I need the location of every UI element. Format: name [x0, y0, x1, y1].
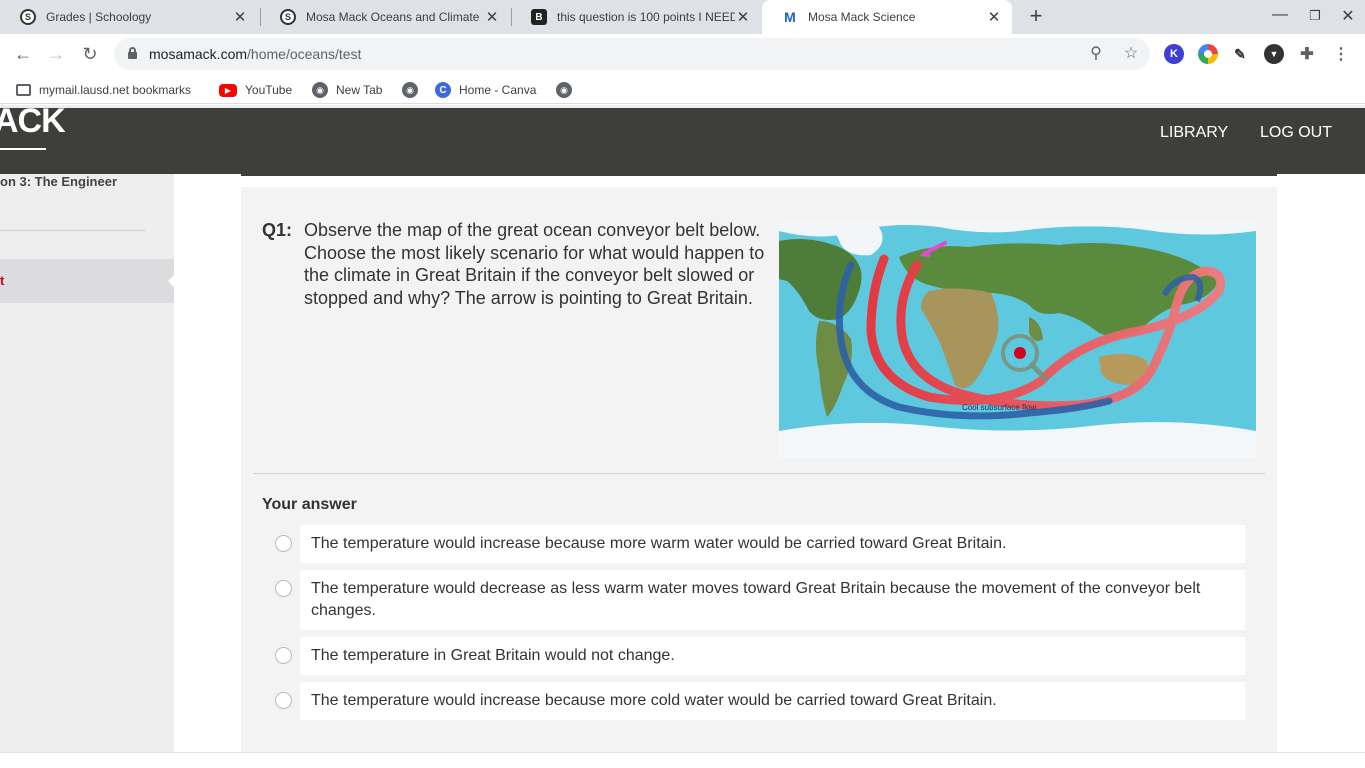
- bookmark-label: mymail.lausd.net bookmarks: [39, 83, 192, 97]
- answer-radio-2[interactable]: [275, 580, 292, 597]
- main-content: Q1: Observe the map of the great ocean c…: [174, 174, 1365, 768]
- schoology-icon: S: [280, 9, 296, 25]
- close-icon[interactable]: ✕: [986, 8, 1002, 26]
- extension-k-icon[interactable]: K: [1164, 44, 1184, 64]
- bookmark-label: YouTube: [245, 83, 293, 97]
- map-caption: Cool subsurface flow: [962, 403, 1037, 412]
- extension-color-icon[interactable]: [1198, 44, 1218, 64]
- globe-icon: ◉: [312, 82, 328, 98]
- site-logo[interactable]: ACK: [0, 105, 66, 141]
- tab-brainly-question[interactable]: B this question is 100 points I NEED ✕: [511, 0, 761, 34]
- question-divider: [253, 473, 1265, 474]
- folder-icon: [16, 84, 31, 96]
- question-card: Q1: Observe the map of the great ocean c…: [241, 187, 1277, 768]
- tab-strip: S Grades | Schoology ✕ S Mosa Mack Ocean…: [0, 0, 1365, 34]
- answer-option-4[interactable]: The temperature would increase because m…: [300, 682, 1245, 720]
- question-number: Q1:: [262, 220, 293, 240]
- minimize-icon[interactable]: —: [1270, 6, 1290, 24]
- bookmark-label: Home - Canva: [459, 83, 537, 97]
- logout-link[interactable]: LOG OUT: [1260, 124, 1332, 142]
- tab-grades-schoology[interactable]: S Grades | Schoology ✕: [0, 0, 258, 34]
- extension-notes-icon[interactable]: ✎: [1230, 44, 1250, 64]
- tab-title: Mosa Mack Science: [808, 10, 916, 24]
- page-bottom-edge: [0, 752, 1365, 768]
- bookmarks-bar: mymail.lausd.net bookmarks ▶ YouTube ◉ N…: [0, 74, 1365, 104]
- sidebar-item-active[interactable]: t: [0, 259, 175, 303]
- answer-radio-3[interactable]: [275, 647, 292, 664]
- library-link[interactable]: LIBRARY: [1160, 124, 1228, 142]
- tab-mosa-mack-oceans[interactable]: S Mosa Mack Oceans and Climate ✕: [260, 0, 510, 34]
- restore-icon[interactable]: ❐: [1305, 8, 1325, 24]
- reload-icon[interactable]: ↻: [78, 42, 102, 66]
- map-image: [779, 221, 1256, 458]
- answer-option-2[interactable]: The temperature would decrease as less w…: [300, 570, 1245, 630]
- answer-option-1[interactable]: The temperature would increase because m…: [300, 525, 1245, 563]
- bookmark-globe-unnamed[interactable]: ◉: [402, 81, 426, 99]
- bookmark-star-icon[interactable]: ☆: [1121, 44, 1141, 64]
- schoology-icon: S: [20, 9, 36, 25]
- bookmark-new-tab[interactable]: ◉ New Tab: [312, 81, 382, 99]
- new-tab-button[interactable]: +: [1024, 4, 1048, 28]
- canva-icon: C: [435, 82, 451, 98]
- browser-toolbar: ← → ↻ mosamack.com/home/oceans/test ⚲ ☆ …: [0, 34, 1365, 74]
- back-icon[interactable]: ←: [11, 42, 35, 66]
- extensions-puzzle-icon[interactable]: ✚: [1297, 44, 1317, 64]
- answer-option-3[interactable]: The temperature in Great Britain would n…: [300, 637, 1245, 675]
- close-icon[interactable]: ✕: [735, 8, 751, 26]
- brainly-icon: B: [531, 9, 547, 25]
- tab-title: this question is 100 points I NEED: [557, 10, 735, 24]
- zoom-icon[interactable]: ⚲: [1086, 44, 1106, 64]
- bookmark-youtube[interactable]: ▶ YouTube: [219, 81, 292, 99]
- sidebar-lesson-title[interactable]: on 3: The Engineer: [0, 174, 117, 189]
- forward-icon[interactable]: →: [44, 42, 68, 66]
- close-icon[interactable]: ✕: [232, 8, 248, 26]
- globe-icon: ◉: [556, 82, 572, 98]
- url-text[interactable]: mosamack.com/home/oceans/test: [149, 46, 361, 62]
- address-bar[interactable]: mosamack.com/home/oceans/test ⚲ ☆: [114, 38, 1150, 70]
- sidebar-divider: [0, 230, 145, 231]
- tab-title: Grades | Schoology: [46, 10, 152, 24]
- answer-heading: Your answer: [262, 496, 357, 513]
- tab-mosa-mack-science[interactable]: M Mosa Mack Science ✕: [762, 0, 1012, 34]
- bookmark-mymail-folder[interactable]: mymail.lausd.net bookmarks: [16, 81, 191, 99]
- bookmark-globe-unnamed-2[interactable]: ◉: [556, 81, 580, 99]
- question-text: Observe the map of the great ocean conve…: [304, 220, 765, 308]
- sidebar-item-label: t: [0, 273, 5, 288]
- site-header: ACK LIBRARY LOG OUT: [0, 105, 1365, 174]
- window-close-icon[interactable]: ✕: [1338, 6, 1358, 26]
- answer-radio-1[interactable]: [275, 535, 292, 552]
- bookmark-label: New Tab: [336, 83, 383, 97]
- conveyor-belt-map[interactable]: Cool subsurface flow: [779, 221, 1256, 458]
- logo-underline: [0, 148, 46, 150]
- mosa-mack-icon: M: [784, 9, 796, 25]
- browser-menu-icon[interactable]: ⋮: [1331, 44, 1351, 64]
- page-viewport: ACK LIBRARY LOG OUT on 3: The Engineer t…: [0, 105, 1365, 768]
- lesson-sidebar: on 3: The Engineer t: [0, 174, 175, 768]
- lock-icon[interactable]: [128, 47, 137, 59]
- youtube-icon: ▶: [219, 83, 237, 97]
- content-top-rule: [241, 174, 1277, 176]
- bookmark-canva[interactable]: C Home - Canva: [435, 81, 536, 99]
- close-icon[interactable]: ✕: [484, 8, 500, 26]
- answer-radio-4[interactable]: [275, 692, 292, 709]
- globe-icon: ◉: [402, 82, 418, 98]
- tab-title: Mosa Mack Oceans and Climate: [306, 10, 480, 24]
- extension-shield-icon[interactable]: ▼: [1264, 44, 1284, 64]
